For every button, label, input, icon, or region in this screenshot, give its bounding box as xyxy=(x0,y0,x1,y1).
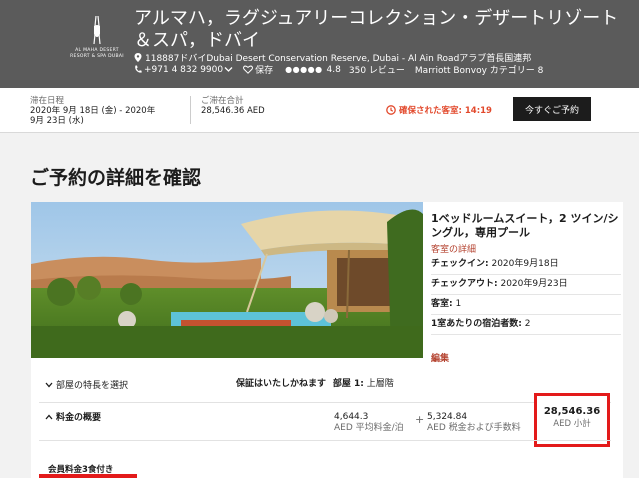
oryx-logo-icon xyxy=(93,15,101,45)
divider xyxy=(39,440,611,441)
location-pin-icon xyxy=(134,53,142,62)
rating-dots-icon: ●●●●● xyxy=(285,65,323,74)
room-number-label: 部屋 1: xyxy=(332,379,364,389)
guarantee-note: 保証はいたしかねます 部屋 1: 上層階 xyxy=(236,376,394,389)
desert-tent-image xyxy=(31,202,423,358)
logo-text: AL MAHA DESERT RESORT & SPA DUBAI xyxy=(70,48,124,59)
hotel-header: AL MAHA DESERT RESORT & SPA DUBAI アルマハ，ラ… xyxy=(0,0,639,88)
room-hold-text: 確保された客室: 14:19 xyxy=(399,106,492,116)
room-features-toggle[interactable]: 部屋の特長を選択 xyxy=(45,378,128,391)
checkin-line: チェックイン: 2020年9月18日 xyxy=(431,255,621,275)
checkin-value: 2020年9月18日 xyxy=(491,259,559,269)
reviews-link[interactable]: 350 レビュー xyxy=(349,63,405,76)
stay-dates-line1: 2020年 9月 18日 (金) - 2020年 xyxy=(30,106,156,116)
stay-total-value: 28,546.36 AED xyxy=(201,106,265,116)
stay-total: ご滞在合計 28,546.36 AED xyxy=(201,96,265,116)
hotel-name[interactable]: アルマハ，ラグジュアリーコレクション・デザートリゾート＆スパ，ドバイ xyxy=(134,8,629,52)
rooms-value: 1 xyxy=(455,299,462,309)
chevron-down-icon xyxy=(45,382,53,387)
room-hold-timer: 確保された客室: 14:19 xyxy=(386,104,492,116)
stay-dates-line2: 9月 23日 (水) xyxy=(30,116,84,126)
average-rate-label: AED 平均料金/泊 xyxy=(334,423,404,433)
clock-icon xyxy=(386,105,396,115)
occupancy-line: 1室あたりの宿泊者数: 2 xyxy=(431,315,621,335)
hotel-meta-row: +971 4 832 9900 保存 ●●●●● 4.8 350 レビュー Ma… xyxy=(134,63,548,76)
checkout-label: チェックアウト: xyxy=(431,279,498,289)
subtotal-box: 28,546.36 AED 小計 xyxy=(534,393,610,447)
plus-sign: + xyxy=(415,413,425,426)
checkout-value: 2020年9月23日 xyxy=(500,279,568,289)
chevron-down-icon[interactable] xyxy=(224,66,233,73)
phone-icon xyxy=(135,65,142,73)
rooms-label: 客室: xyxy=(431,299,453,309)
room-info-panel: 1ベッドルームスイート，2 ツイン/シングル，専用プール 客室の詳細 チェックイ… xyxy=(431,212,621,364)
stay-total-label: ご滞在合計 xyxy=(201,96,244,106)
taxes-value: 5,324.84 xyxy=(427,412,468,422)
save-button[interactable]: 保存 xyxy=(255,63,273,76)
page-title: ご予約の詳細を確認 xyxy=(30,167,202,189)
occupancy-label: 1室あたりの宿泊者数: xyxy=(431,319,522,329)
room-title: 1ベッドルームスイート，2 ツイン/シングル，専用プール xyxy=(431,212,619,239)
rate-summary-toggle[interactable]: 料金の概要 xyxy=(45,410,101,423)
stay-dates: 滞在日程 2020年 9月 18日 (金) - 2020年 9月 23日 (水) xyxy=(30,96,155,126)
subtotal-value: 28,546.36 xyxy=(543,406,601,417)
average-rate: 4,644.3 AED 平均料金/泊 xyxy=(334,412,404,434)
checkout-line: チェックアウト: 2020年9月23日 xyxy=(431,275,621,295)
divider xyxy=(39,402,611,403)
occupancy-value: 2 xyxy=(524,319,531,329)
features-label: 部屋の特長を選択 xyxy=(56,381,129,391)
subtotal-label: AED 小計 xyxy=(553,419,591,429)
highlight-underline xyxy=(39,474,137,478)
guarantee-text: 保証はいたしかねます xyxy=(236,379,327,389)
room-photo xyxy=(31,202,423,358)
category-text: Marriott Bonvoy カテゴリー 8 xyxy=(414,66,544,76)
reservation-card: 1ベッドルームスイート，2 ツイン/シングル，専用プール 客室の詳細 チェックイ… xyxy=(31,202,623,478)
phone-number[interactable]: +971 4 832 9900 xyxy=(144,65,223,75)
heart-icon[interactable] xyxy=(243,65,254,74)
stay-dates-label: 滞在日程 xyxy=(30,96,65,106)
room-floor-value: 上層階 xyxy=(366,379,394,389)
taxes-fees: 5,324.84 AED 税金および手数料 xyxy=(427,412,521,434)
average-rate-value: 4,644.3 xyxy=(334,412,369,422)
hotel-logo[interactable]: AL MAHA DESERT RESORT & SPA DUBAI xyxy=(66,14,128,76)
rating-value: 4.8 xyxy=(326,64,341,75)
taxes-label: AED 税金および手数料 xyxy=(427,423,521,433)
rate-summary-label: 料金の概要 xyxy=(56,413,102,423)
book-now-button[interactable]: 今すぐご予約 xyxy=(513,97,591,121)
checkin-label: チェックイン: xyxy=(431,259,489,269)
edit-link[interactable]: 編集 xyxy=(431,351,621,364)
room-details-link[interactable]: 客室の詳細 xyxy=(431,242,621,255)
divider xyxy=(190,96,191,124)
chevron-up-icon xyxy=(45,414,53,419)
rooms-line: 客室: 1 xyxy=(431,295,621,315)
